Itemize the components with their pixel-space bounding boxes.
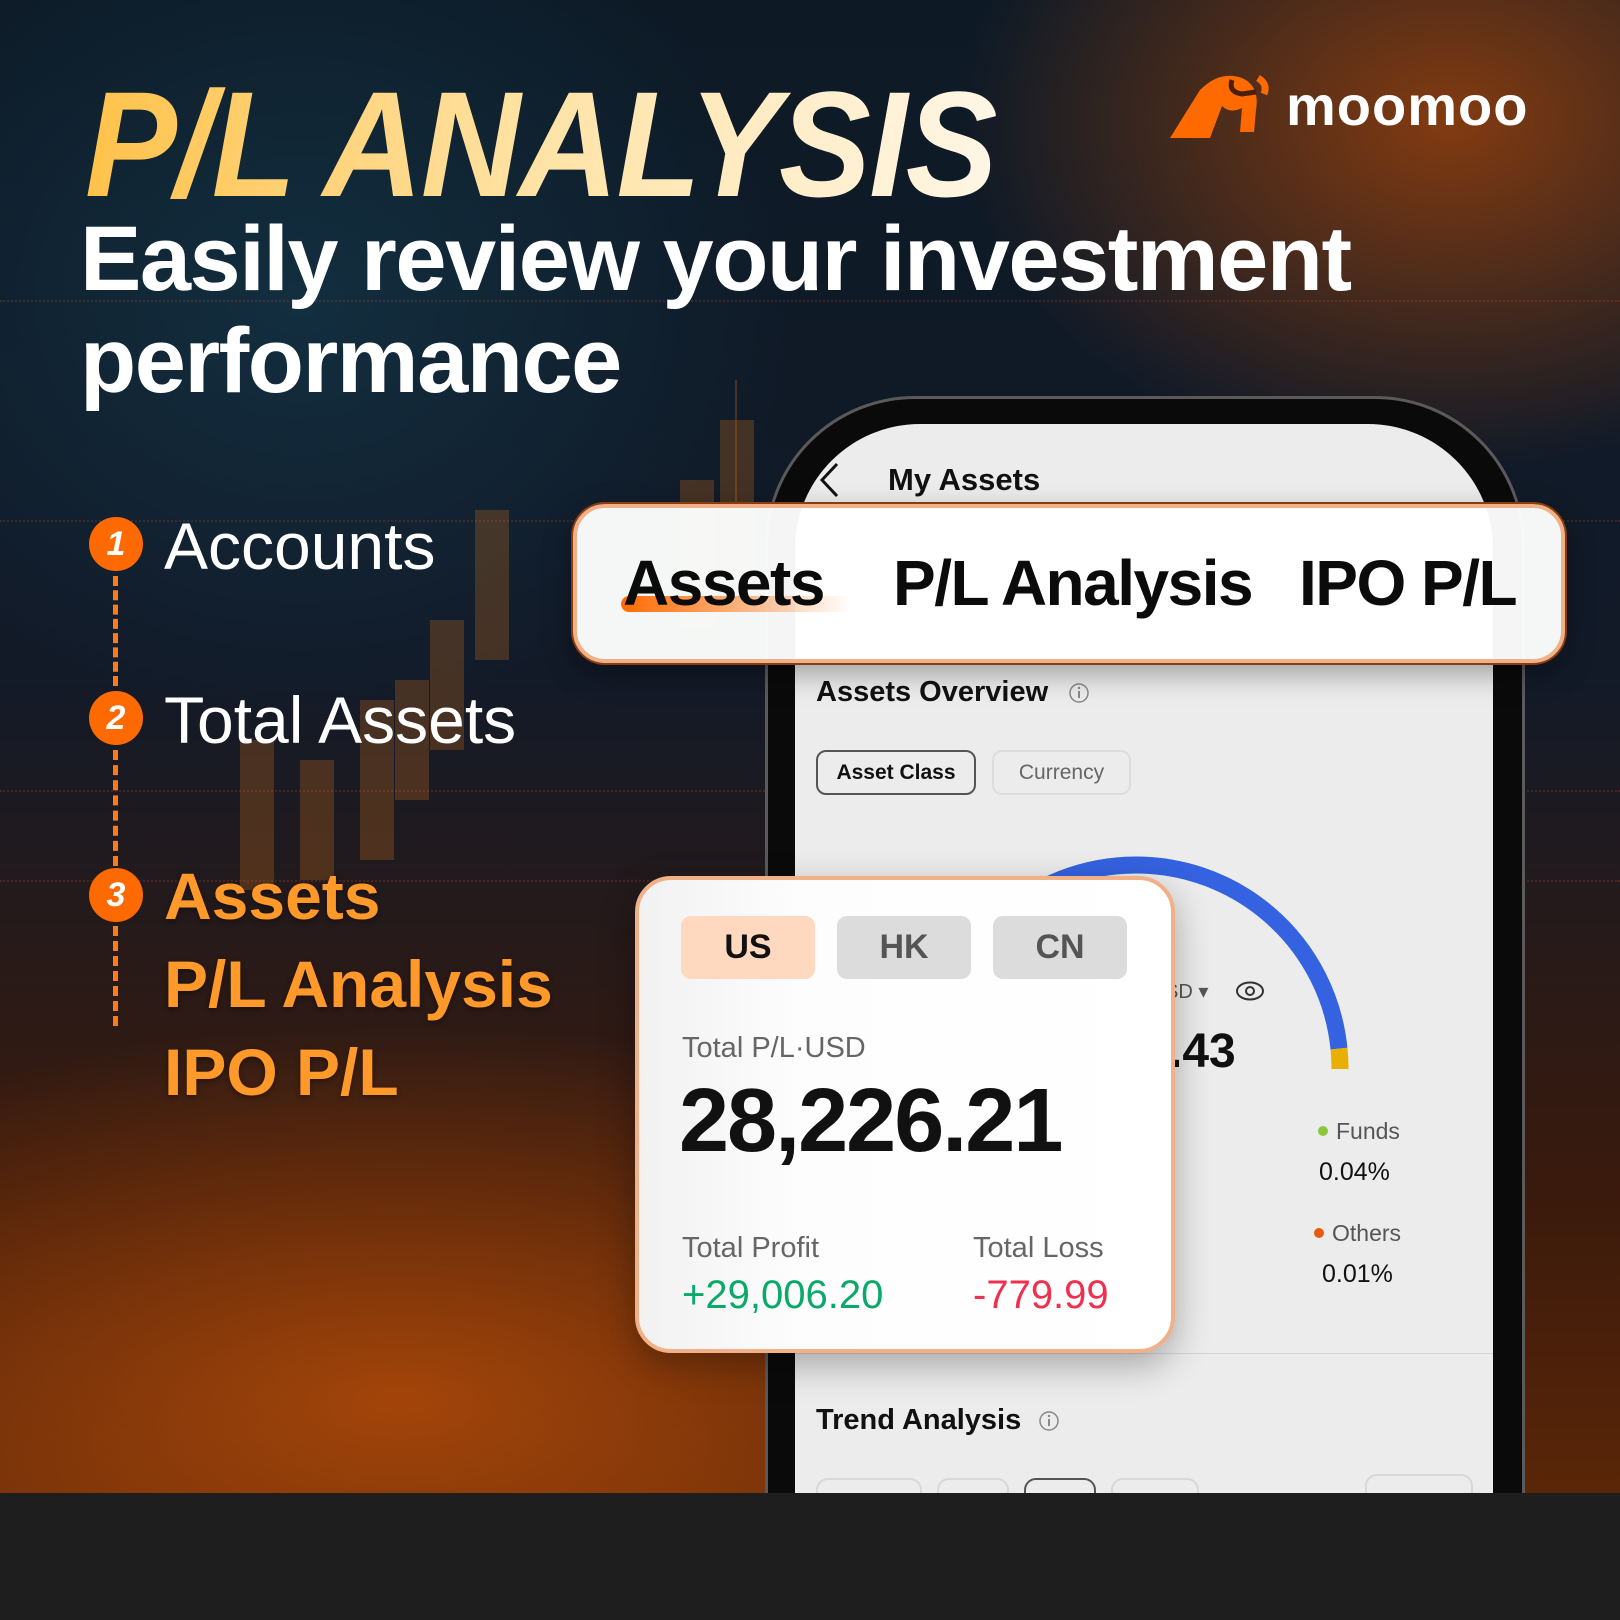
total-profit-value: +29,006.20 bbox=[682, 1273, 884, 1317]
legend-funds-label: Funds bbox=[1336, 1118, 1400, 1144]
market-tab-us[interactable]: US bbox=[681, 916, 815, 979]
step-label-total-assets: Total Assets bbox=[164, 683, 517, 757]
others-dot bbox=[1314, 1228, 1324, 1238]
info-icon[interactable] bbox=[1038, 1410, 1060, 1432]
tab-bar: Assets P/L Analysis IPO P/L bbox=[573, 504, 1565, 663]
page-subtitle: Easily review your investment performanc… bbox=[80, 208, 1352, 412]
bull-head-icon bbox=[1170, 74, 1269, 138]
total-loss-label: Total Loss bbox=[973, 1232, 1104, 1264]
step-connector bbox=[113, 576, 118, 686]
funds-dot bbox=[1318, 1126, 1328, 1136]
page-title: P/L ANALYSIS bbox=[85, 58, 998, 231]
step-label-accounts: Accounts bbox=[164, 509, 436, 583]
tab-pl-analysis[interactable]: P/L Analysis bbox=[893, 546, 1254, 620]
brand-name: moomoo bbox=[1286, 73, 1529, 137]
bottom-bar bbox=[0, 1493, 1620, 1620]
total-profit-label: Total Profit bbox=[682, 1232, 819, 1264]
eye-icon[interactable] bbox=[1235, 980, 1265, 1002]
gauge-arc-end bbox=[1330, 1047, 1349, 1070]
step-connector bbox=[113, 926, 118, 1026]
step-label-ipo-pl: IPO P/L bbox=[164, 1035, 399, 1109]
market-tab-cn[interactable]: CN bbox=[993, 916, 1127, 979]
section-divider bbox=[795, 1353, 1493, 1354]
total-loss-value: -779.99 bbox=[973, 1273, 1109, 1317]
candle bbox=[475, 510, 509, 660]
step-number-1: 1 bbox=[89, 517, 143, 571]
total-assets-value: .43 bbox=[1169, 1025, 1236, 1078]
step-connector bbox=[113, 750, 118, 866]
step-number-3: 3 bbox=[89, 868, 143, 922]
market-tab-hk[interactable]: HK bbox=[837, 916, 971, 979]
legend-funds-value: 0.04% bbox=[1319, 1158, 1390, 1186]
pl-summary-card: US HK CN Total P/L·USD 28,226.21 Total P… bbox=[635, 876, 1175, 1353]
total-pl-label: Total P/L·USD bbox=[682, 1032, 866, 1064]
step-label-pl-analysis: P/L Analysis bbox=[164, 947, 553, 1021]
legend-others-label: Others bbox=[1332, 1220, 1402, 1246]
tab-ipo-pl[interactable]: IPO P/L bbox=[1299, 546, 1518, 620]
legend-others-value: 0.01% bbox=[1322, 1260, 1393, 1288]
brand-logo: moomoo bbox=[1170, 70, 1528, 140]
step-label-assets: Assets bbox=[164, 859, 381, 933]
total-pl-value: 28,226.21 bbox=[679, 1071, 1063, 1171]
trend-analysis-title: Trend Analysis bbox=[816, 1404, 1022, 1436]
step-number-2: 2 bbox=[89, 691, 143, 745]
tab-assets[interactable]: Assets bbox=[623, 546, 825, 620]
